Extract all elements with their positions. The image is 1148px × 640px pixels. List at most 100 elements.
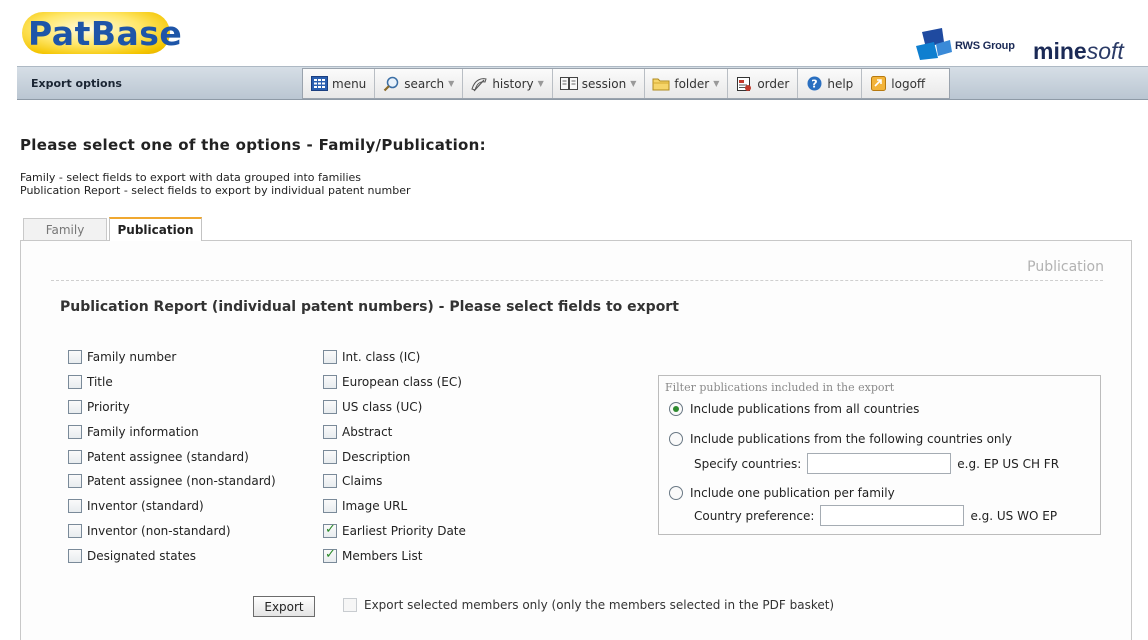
field-us-class[interactable]: US class (UC) [323, 395, 466, 420]
session-button[interactable]: session ▼ [553, 69, 646, 98]
checkbox[interactable] [68, 523, 82, 538]
field-label: Earliest Priority Date [342, 523, 466, 538]
field-members-list[interactable]: Members List [323, 543, 466, 568]
field-label: Family information [87, 424, 199, 439]
field-int-class[interactable]: Int. class (IC) [323, 345, 466, 370]
folder-button[interactable]: folder ▼ [645, 69, 729, 98]
checkbox[interactable] [68, 499, 82, 514]
field-patent-assignee-non-standard[interactable]: Patent assignee (non-standard) [68, 469, 276, 494]
logo-text: PatBase [28, 14, 183, 53]
session-dropdown-icon[interactable]: ▼ [630, 79, 636, 88]
family-description: Family - select fields to export with da… [20, 171, 362, 184]
field-patent-assignee-standard[interactable]: Patent assignee (standard) [68, 444, 276, 469]
specify-countries-input[interactable] [807, 453, 952, 474]
filter-box: Filter publications included in the expo… [658, 375, 1101, 535]
checkbox[interactable] [323, 424, 337, 439]
country-preference-label: Country preference: [694, 508, 815, 523]
search-button[interactable]: search ▼ [375, 69, 464, 98]
field-abstract[interactable]: Abstract [323, 419, 466, 444]
page-heading: Please select one of the options - Famil… [20, 136, 486, 154]
checkbox[interactable] [68, 548, 82, 563]
search-dropdown-icon[interactable]: ▼ [448, 79, 454, 88]
tab-family[interactable]: Family [23, 218, 107, 240]
field-label: Inventor (non-standard) [87, 523, 231, 538]
checkbox-checked[interactable] [323, 522, 337, 538]
field-designated-states[interactable]: Designated states [68, 543, 276, 568]
export-button[interactable]: Export [253, 596, 315, 617]
history-button[interactable]: history ▼ [463, 69, 553, 98]
header: PatBase RWS Group minesoft [0, 0, 1148, 66]
search-label: search [404, 76, 445, 91]
checkbox[interactable] [68, 424, 82, 439]
checkbox[interactable] [323, 474, 337, 489]
checkbox[interactable] [323, 499, 337, 514]
radio-following-countries[interactable]: Include publications from the following … [669, 432, 1012, 446]
checkbox-checked[interactable] [323, 547, 337, 563]
checkbox[interactable] [323, 399, 337, 414]
radio-button[interactable] [669, 486, 683, 500]
history-dropdown-icon[interactable]: ▼ [538, 79, 544, 88]
field-label: Patent assignee (non-standard) [87, 474, 276, 489]
menu-button[interactable]: menu [303, 69, 376, 98]
field-european-class[interactable]: European class (EC) [323, 370, 466, 395]
help-button[interactable]: ? help [798, 69, 863, 98]
patbase-logo[interactable]: PatBase [22, 4, 182, 60]
field-earliest-priority-date[interactable]: Earliest Priority Date [323, 519, 466, 544]
field-label: Int. class (IC) [342, 350, 421, 365]
brand-bold: mine [1033, 38, 1087, 64]
export-selected-members-option[interactable]: Export selected members only (only the m… [343, 598, 834, 612]
tab-publication[interactable]: Publication [109, 217, 202, 241]
field-label: Abstract [342, 424, 393, 439]
history-label: history [492, 76, 534, 91]
radio-label: Include publications from all countries [690, 402, 920, 416]
radio-button-selected[interactable] [669, 402, 683, 416]
page-description: Family - select fields to export with da… [20, 171, 410, 197]
checkbox[interactable] [68, 474, 82, 489]
field-label: Title [87, 375, 113, 390]
order-button[interactable]: order [728, 69, 799, 98]
logoff-label: logoff [891, 76, 926, 91]
field-priority[interactable]: Priority [68, 395, 276, 420]
field-label: Priority [87, 399, 130, 414]
field-family-number[interactable]: Family number [68, 345, 276, 370]
checkbox[interactable] [343, 598, 357, 612]
rws-group-logo: RWS Group [914, 28, 1044, 62]
field-title[interactable]: Title [68, 370, 276, 395]
country-preference-example: e.g. US WO EP [970, 508, 1058, 523]
toolbar: Export options menu search ▼ history ▼ s… [17, 66, 1148, 100]
minesoft-logo: minesoft [1033, 40, 1124, 63]
field-label: Designated states [87, 548, 196, 563]
checkbox[interactable] [68, 449, 82, 464]
panel-divider [51, 280, 1103, 281]
folder-dropdown-icon[interactable]: ▼ [713, 79, 719, 88]
radio-one-per-family[interactable]: Include one publication per family [669, 486, 895, 500]
help-icon: ? [805, 76, 823, 92]
field-label: Inventor (standard) [87, 499, 204, 514]
field-inventor-non-standard[interactable]: Inventor (non-standard) [68, 519, 276, 544]
field-label: Family number [87, 350, 177, 365]
checkbox[interactable] [323, 449, 337, 464]
checkbox[interactable] [68, 375, 82, 390]
field-label: Patent assignee (standard) [87, 449, 249, 464]
radio-label: Include one publication per family [690, 486, 895, 500]
field-family-information[interactable]: Family information [68, 419, 276, 444]
field-claims[interactable]: Claims [323, 469, 466, 494]
radio-label: Include publications from the following … [690, 432, 1012, 446]
radio-button[interactable] [669, 432, 683, 446]
panel-label: Publication [1027, 259, 1104, 275]
logoff-button[interactable]: logoff [862, 69, 949, 98]
country-preference-input[interactable] [820, 505, 965, 526]
field-image-url[interactable]: Image URL [323, 494, 466, 519]
checkbox[interactable] [323, 375, 337, 390]
field-inventor-standard[interactable]: Inventor (standard) [68, 494, 276, 519]
checkbox[interactable] [68, 399, 82, 414]
folder-icon [652, 76, 670, 92]
help-label: help [827, 76, 854, 91]
checkbox[interactable] [323, 350, 337, 365]
section-title: Publication Report (individual patent nu… [60, 299, 679, 315]
field-description[interactable]: Description [323, 444, 466, 469]
specify-countries-row: Specify countries: e.g. EP US CH FR [694, 453, 1059, 474]
session-label: session [581, 76, 627, 91]
radio-all-countries[interactable]: Include publications from all countries [669, 402, 919, 416]
checkbox[interactable] [68, 350, 82, 365]
